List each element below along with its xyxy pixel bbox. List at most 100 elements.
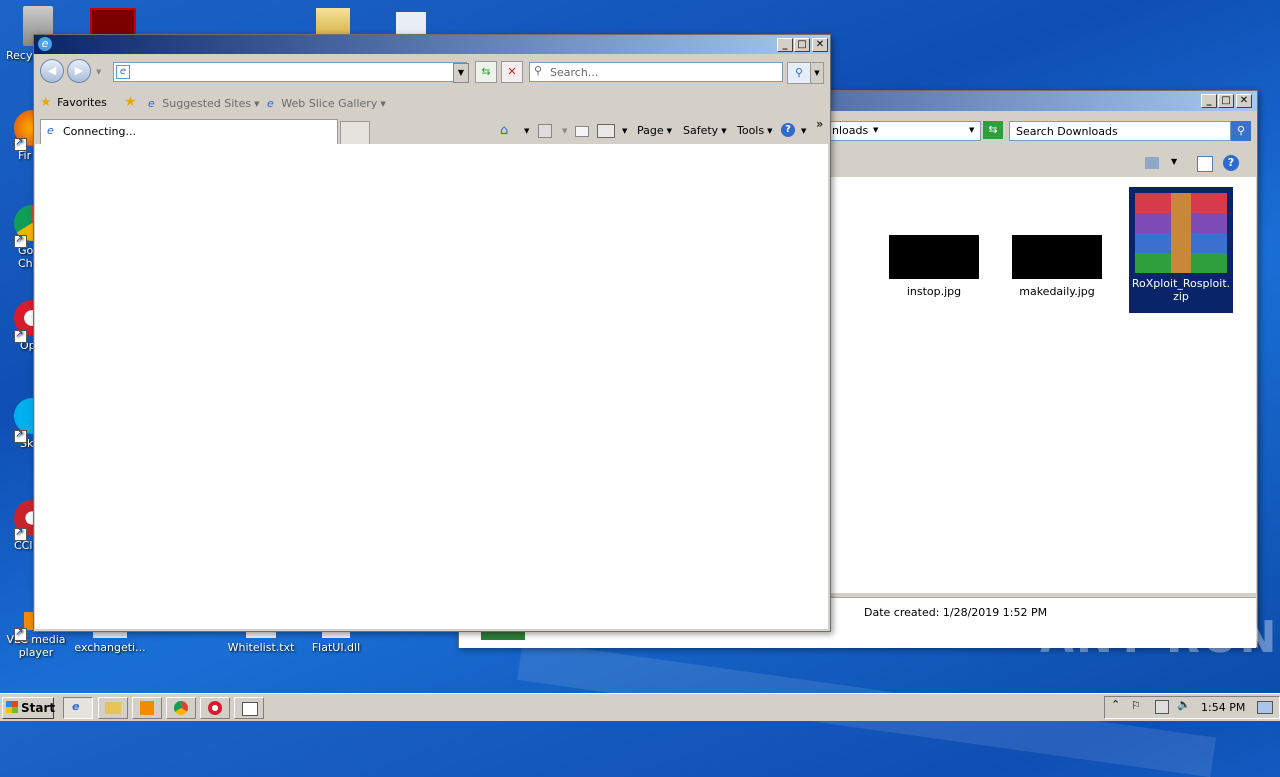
taskbar: Start e ⌃ ⚐ 🔈 1:54 PM xyxy=(0,693,1280,721)
suggested-sites-menu[interactable]: e Suggested Sites ▼ xyxy=(148,97,260,110)
help-icon[interactable]: ? xyxy=(1223,155,1239,171)
refresh-button[interactable]: ⇆ xyxy=(475,61,497,83)
ie-icon: e xyxy=(72,700,80,713)
dropdown-arrow-icon: ▼ xyxy=(721,127,727,135)
preview-pane-icon[interactable] xyxy=(1197,156,1213,172)
browser-tab-active[interactable]: e Connecting... xyxy=(40,119,338,144)
search-placeholder: Search... xyxy=(550,66,599,79)
file-item-selected[interactable]: RoXploit_Rosploit.zip xyxy=(1129,187,1233,313)
taskbar-media-player-button[interactable] xyxy=(132,697,162,719)
ie-titlebar xyxy=(34,35,830,54)
address-dropdown-button[interactable]: ▼ xyxy=(453,63,469,83)
page-icon: e xyxy=(148,97,155,110)
image-thumbnail xyxy=(889,235,979,279)
desktop-icon-label: exchangeti... xyxy=(74,641,146,654)
desktop-icon-label: FlatUI.dll xyxy=(311,641,361,654)
search-options-dropdown[interactable]: ▼ xyxy=(810,62,824,84)
file-item[interactable]: makedaily.jpg xyxy=(1012,235,1102,298)
dropdown-arrow-icon[interactable]: ▼ xyxy=(524,127,529,135)
opera-icon xyxy=(208,701,222,715)
volume-icon[interactable]: 🔈 xyxy=(1177,698,1191,711)
dropdown-arrow-icon[interactable]: ▼ xyxy=(801,127,806,135)
dropdown-arrow-icon: ▼ xyxy=(666,127,673,135)
address-text: nloads xyxy=(832,124,869,137)
minimize-button[interactable]: _ xyxy=(777,38,793,52)
date-created: Date created: 1/28/2019 1:52 PM xyxy=(864,606,1048,619)
start-button[interactable]: Start xyxy=(2,697,55,719)
tools-menu[interactable]: Tools ▼ xyxy=(737,124,773,137)
recent-pages-dropdown[interactable]: ▼ xyxy=(96,68,101,76)
winrar-archive-icon xyxy=(1135,193,1227,273)
close-button[interactable]: ✕ xyxy=(812,38,828,52)
add-to-favorites-icon[interactable]: ★ xyxy=(124,94,137,110)
page-menu[interactable]: Page ▼ xyxy=(637,124,672,137)
view-options-icon[interactable] xyxy=(1145,157,1159,169)
page-icon: e xyxy=(267,97,274,110)
home-icon[interactable]: ⌂ xyxy=(500,123,508,138)
windows-logo-icon xyxy=(6,701,18,713)
favorites-button[interactable]: ★ Favorites xyxy=(40,95,107,110)
taskbar-explorer-button[interactable] xyxy=(98,697,128,719)
view-dropdown-icon[interactable]: ▼ xyxy=(1171,157,1177,166)
shortcut-arrow-icon xyxy=(14,526,27,541)
flag-icon[interactable]: ⚐ xyxy=(1131,699,1141,712)
search-placeholder: Search Downloads xyxy=(1016,125,1118,138)
show-hidden-icons[interactable]: ⌃ xyxy=(1111,698,1120,711)
safety-menu[interactable]: Safety ▼ xyxy=(683,124,727,137)
toolbar-overflow-chevron[interactable]: » xyxy=(816,117,823,131)
folder-icon xyxy=(105,702,121,714)
minimize-button[interactable]: _ xyxy=(1201,94,1217,108)
forward-button[interactable]: ▶ xyxy=(67,59,91,83)
dropdown-arrow-icon: ▼ xyxy=(873,126,879,134)
dropdown-arrow-icon[interactable]: ▼ xyxy=(562,127,567,135)
search-icon[interactable]: ⚲ xyxy=(1231,121,1251,141)
anyrun-watermark: ANY RUN xyxy=(1040,612,1279,663)
favorites-star-icon: ★ xyxy=(40,95,52,110)
taskbar-chrome-button[interactable] xyxy=(166,697,196,719)
stop-button[interactable]: ✕ xyxy=(501,61,523,83)
maximize-button[interactable]: □ xyxy=(794,38,810,52)
chrome-icon xyxy=(174,701,188,715)
settings-file-icon[interactable] xyxy=(396,12,426,36)
address-history-icon[interactable]: ▼ xyxy=(969,126,974,134)
show-desktop-icon[interactable] xyxy=(1257,701,1273,714)
maximize-button[interactable]: □ xyxy=(1218,94,1234,108)
read-mail-icon[interactable] xyxy=(575,126,589,137)
back-button[interactable]: ◀ xyxy=(40,59,64,83)
close-button[interactable]: ✕ xyxy=(1236,94,1252,108)
image-thumbnail xyxy=(1012,235,1102,279)
taskbar-opera-button[interactable] xyxy=(200,697,230,719)
ie-address-bar[interactable]: e xyxy=(113,62,467,82)
taskbar-ie-button[interactable]: e xyxy=(63,697,93,719)
explorer-search-input[interactable]: Search Downloads xyxy=(1009,121,1231,141)
refresh-button[interactable]: ⇆ xyxy=(983,121,1003,139)
app-window-icon xyxy=(242,702,258,716)
dropdown-arrow-icon[interactable]: ▼ xyxy=(622,127,627,135)
ie-search-input[interactable]: ⚲ Search... xyxy=(529,62,783,82)
new-tab-button[interactable] xyxy=(340,121,370,144)
ie-window: e _ □ ✕ ◀ ▶ ▼ e ▼ ⇆ ✕ ⚲ Search... ⚲ ▼ ★ … xyxy=(33,34,831,632)
shortcut-arrow-icon xyxy=(14,626,27,641)
taskbar-app-button[interactable] xyxy=(234,697,264,719)
system-tray: ⌃ ⚐ 🔈 1:54 PM xyxy=(1104,696,1280,719)
ie-logo-icon: e xyxy=(38,37,52,51)
help-icon[interactable]: ? xyxy=(781,123,795,137)
ie-content-area xyxy=(35,144,828,629)
shortcut-arrow-icon xyxy=(14,233,27,248)
folder-icon[interactable] xyxy=(316,8,350,36)
search-go-button[interactable]: ⚲ xyxy=(787,62,811,84)
clock[interactable]: 1:54 PM xyxy=(1201,701,1245,714)
ie-page-icon: e xyxy=(47,124,54,137)
file-item[interactable]: instop.jpg xyxy=(889,235,979,298)
shortcut-arrow-icon xyxy=(14,328,27,343)
shortcut-arrow-icon xyxy=(14,136,27,151)
print-icon[interactable] xyxy=(597,124,615,138)
media-player-icon xyxy=(140,701,154,715)
dropdown-arrow-icon: ▼ xyxy=(767,127,773,135)
web-slice-gallery-menu[interactable]: e Web Slice Gallery ▼ xyxy=(267,97,386,110)
network-icon[interactable] xyxy=(1155,700,1169,714)
dropdown-arrow-icon: ▼ xyxy=(254,100,260,108)
explorer-address-bar[interactable]: nloads ▼ ▼ xyxy=(829,121,981,141)
dropdown-arrow-icon: ▼ xyxy=(380,100,386,108)
feeds-icon[interactable] xyxy=(538,124,552,138)
